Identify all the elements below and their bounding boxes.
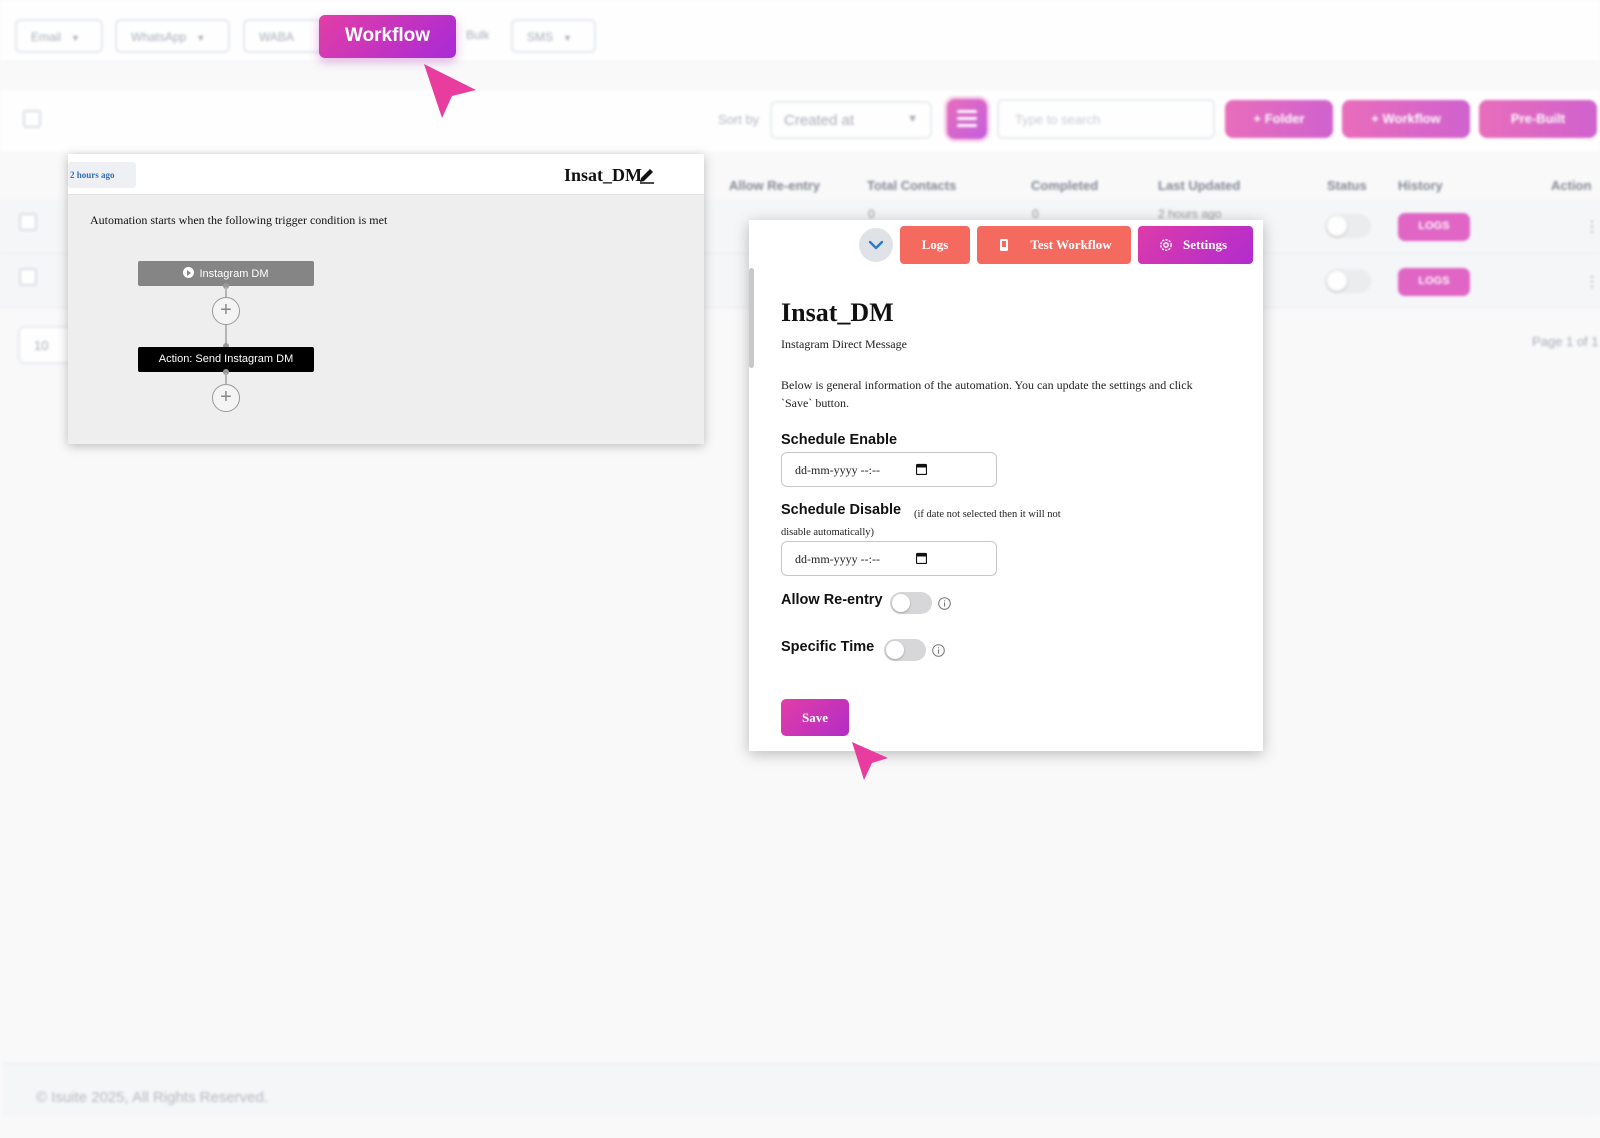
specific-time-label: Specific Time [781,639,875,655]
channel-waba[interactable]: WABA [243,19,323,53]
prebuilt-button[interactable]: Pre-Built [1479,100,1597,138]
schedule-enable-input[interactable]: dd-mm-yyyy --:-- [781,452,997,487]
gear-icon [1160,239,1172,251]
chevron-down-icon: ▼ [563,33,572,43]
sort-select[interactable]: Created at ▼ [770,101,932,139]
channel-strip: Email ▼ WhatsApp ▼ WABA Bulk SMS ▼ [0,0,1600,62]
hamburger-icon [957,110,977,113]
allow-reentry-label: Allow Re-entry [781,592,883,608]
sort-by-label: Sort by [718,112,760,127]
add-step-button[interactable]: + [212,297,240,325]
cursor-arrow-icon [852,742,888,780]
search-input[interactable]: Type to search [997,99,1215,139]
col-total-contacts: Total Contacts [867,178,957,193]
info-icon[interactable] [932,644,945,657]
col-completed: Completed [1031,178,1099,193]
workflow-canvas: 2 hours ago Insat_DM Automation starts w… [68,154,704,444]
add-step-button[interactable]: + [212,384,240,412]
row-action-menu-icon[interactable]: ⋮ [1585,218,1599,235]
channel-bulk[interactable]: Bulk [452,19,498,53]
connector-line [225,373,227,384]
col-action: Action [1551,178,1592,193]
row-logs-button[interactable]: LOGS [1398,268,1470,296]
workflow-settings-panel: Logs Test Workflow Settings Insat_DM Ins… [749,220,1263,751]
channel-sms[interactable]: SMS ▼ [511,19,596,53]
chevron-down-icon: ▼ [71,33,80,43]
save-button[interactable]: Save [781,699,849,736]
row-completed: 0 [1032,207,1039,221]
scrollbar[interactable] [749,268,754,368]
phone-icon [1000,239,1008,251]
panel-title: Insat_DM [781,298,894,327]
col-allow-reentry: Allow Re-entry [729,178,821,193]
logs-button[interactable]: Logs [900,226,970,264]
row-action-menu-icon[interactable]: ⋮ [1585,273,1599,290]
row-checkbox[interactable] [19,268,37,286]
chevron-down-icon [868,240,884,250]
info-icon[interactable] [938,597,951,610]
collapse-button[interactable] [859,228,893,262]
chevron-down-icon: ▼ [907,113,918,125]
settings-button[interactable]: Settings [1138,226,1253,264]
connector-line [225,325,227,345]
panel-description: Below is general information of the auto… [781,378,1193,410]
schedule-enable-label: Schedule Enable [781,432,898,448]
canvas-header: 2 hours ago Insat_DM [68,154,704,195]
status-toggle[interactable] [1325,269,1371,293]
col-status: Status [1327,178,1367,193]
schedule-disable-input[interactable]: dd-mm-yyyy --:-- [781,541,997,576]
play-circle-icon [183,267,195,278]
status-toggle[interactable] [1325,214,1371,238]
edit-pencil-icon[interactable] [638,166,656,184]
row-logs-button[interactable]: LOGS [1398,213,1470,241]
hamburger-icon-bar [957,117,977,120]
schedule-disable-note: (if date not selected then it will not d… [781,509,1061,538]
calendar-icon[interactable] [916,552,927,564]
hamburger-icon-bar [957,124,977,127]
chevron-down-icon: ▼ [196,33,206,43]
add-folder-button[interactable]: + Folder [1225,100,1333,138]
pagination-info: Page 1 of 1 [1532,334,1599,349]
row-checkbox[interactable] [19,213,37,231]
row-updated: 2 hours ago [1158,207,1222,221]
canvas-title: Insat_DM [564,165,643,185]
specific-time-toggle[interactable] [884,639,926,661]
col-last-updated: Last Updated [1158,178,1241,193]
cursor-arrow-icon [424,64,476,118]
view-menu-button[interactable] [947,99,987,139]
row-total: 0 [868,207,875,221]
select-all-checkbox[interactable] [23,110,41,128]
channel-email[interactable]: Email ▼ [15,19,103,53]
add-workflow-button[interactable]: + Workflow [1342,100,1470,138]
panel-subtitle: Instagram Direct Message [781,337,907,351]
col-history: History [1398,178,1443,193]
last-updated-badge: 2 hours ago [68,162,136,188]
calendar-icon[interactable] [916,463,927,475]
channel-whatsapp[interactable]: WhatsApp ▼ [115,19,230,53]
footer-copyright: © Isuite 2025, All Rights Reserved. [36,1089,269,1106]
workflow-tab[interactable]: Workflow [319,15,456,58]
trigger-caption: Automation starts when the following tri… [90,213,388,227]
test-workflow-button[interactable]: Test Workflow [977,226,1131,264]
allow-reentry-toggle[interactable] [890,592,932,614]
